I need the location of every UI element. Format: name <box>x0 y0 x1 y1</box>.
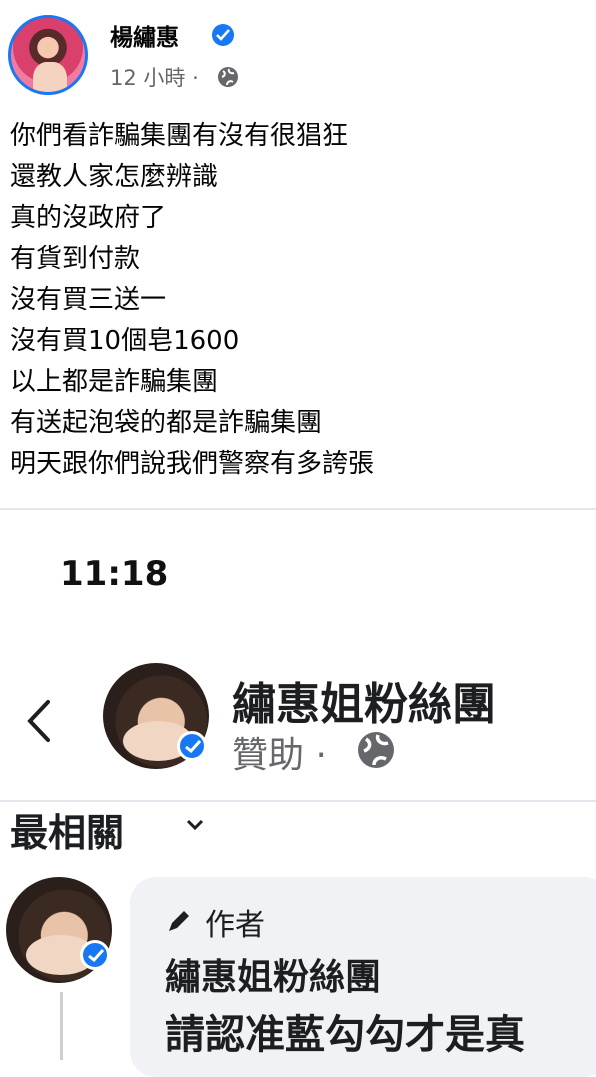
verified-badge-icon <box>80 940 110 970</box>
comment-text: 請認准藍勾勾才是真 <box>165 1012 525 1058</box>
verified-badge-icon <box>177 731 207 761</box>
back-chevron-icon[interactable] <box>20 696 60 746</box>
post-line: 以上都是詐騙集團 <box>10 367 219 397</box>
comment-author-name[interactable]: 繡惠姐粉絲團 <box>165 948 381 1000</box>
author-tag: 作者 <box>205 908 265 943</box>
post-line: 你們看詐騙集團有沒有很猖狂 <box>10 121 349 151</box>
post-body: 你們看詐騙集團有沒有很猖狂 還教人家怎麼辨識 真的沒政府了 有貨到付款 沒有買三… <box>10 116 374 485</box>
thread-line <box>60 992 63 1060</box>
post-line: 還教人家怎麼辨識 <box>10 162 219 192</box>
attached-screenshot[interactable]: 11:18 繡惠姐粉絲團 贊助 · 最相關 作者 繡惠姐粉絲團 請認准藍勾勾才是… <box>0 510 596 1077</box>
chevron-down-icon[interactable] <box>185 818 205 832</box>
author-name[interactable]: 楊繡惠 <box>110 18 179 52</box>
post-timestamp[interactable]: 12 小時 · <box>110 62 199 92</box>
pencil-icon <box>169 911 189 931</box>
post-line: 沒有買三送一 <box>10 285 167 315</box>
post-line: 明天跟你們說我們警察有多誇張 <box>10 449 375 479</box>
status-bar-clock: 11:18 <box>60 554 169 594</box>
author-avatar[interactable] <box>8 15 88 95</box>
facebook-post: 楊繡惠 12 小時 · 你們看詐騙集團有沒有很猖狂 還教人家怎麼辨識 真的沒政府… <box>0 0 596 508</box>
comment-sort-dropdown[interactable]: 最相關 <box>10 802 124 857</box>
post-line: 真的沒政府了 <box>10 203 167 233</box>
globe-icon <box>358 732 394 768</box>
verified-badge-icon <box>212 24 234 46</box>
sponsored-label: 贊助 · <box>232 735 327 776</box>
page-name[interactable]: 繡惠姐粉絲團 <box>232 668 496 732</box>
post-line: 沒有買10個皂1600 <box>10 326 240 356</box>
post-line: 有送起泡袋的都是詐騙集團 <box>10 408 323 438</box>
globe-icon <box>218 67 238 87</box>
post-line: 有貨到付款 <box>10 244 141 274</box>
